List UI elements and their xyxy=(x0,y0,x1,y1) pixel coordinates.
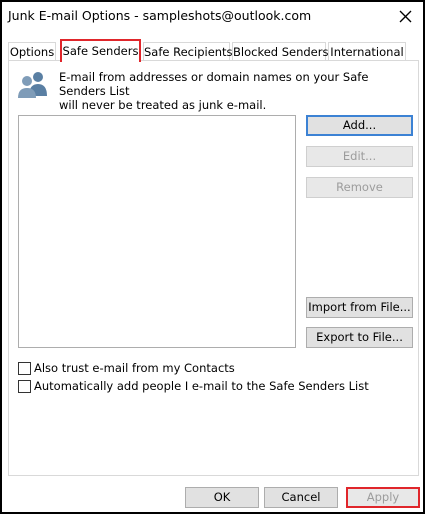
title-bar: Junk E-mail Options - sampleshots@outloo… xyxy=(2,2,423,32)
cancel-button[interactable]: Cancel xyxy=(264,487,338,508)
trust-contacts-label: Also trust e-mail from my Contacts xyxy=(34,361,235,375)
tab-blocked-senders[interactable]: Blocked Senders xyxy=(232,42,328,61)
safe-senders-list[interactable] xyxy=(18,115,296,348)
auto-add-checkbox[interactable] xyxy=(18,380,31,393)
safe-senders-panel: E-mail from addresses or domain names on… xyxy=(8,60,419,476)
window-title: Junk E-mail Options - sampleshots@outloo… xyxy=(8,8,312,23)
remove-button[interactable]: Remove xyxy=(306,177,413,198)
safe-senders-description: E-mail from addresses or domain names on… xyxy=(59,70,414,112)
tab-safe-senders[interactable]: Safe Senders xyxy=(60,39,141,62)
apply-button[interactable]: Apply xyxy=(346,487,420,508)
tab-strip: Options Safe Senders Safe Recipients Blo… xyxy=(8,39,420,62)
junk-email-options-dialog: Junk E-mail Options - sampleshots@outloo… xyxy=(0,0,425,514)
tab-options[interactable]: Options xyxy=(8,42,56,61)
auto-add-label: Automatically add people I e-mail to the… xyxy=(34,379,369,393)
close-button[interactable] xyxy=(393,4,419,30)
people-icon xyxy=(18,72,47,98)
add-button[interactable]: Add... xyxy=(306,115,413,136)
close-icon xyxy=(399,10,412,23)
export-to-file-button[interactable]: Export to File... xyxy=(306,327,413,348)
trust-contacts-checkbox[interactable] xyxy=(18,362,31,375)
tab-international[interactable]: International xyxy=(328,42,406,61)
ok-button[interactable]: OK xyxy=(185,487,259,508)
import-from-file-button[interactable]: Import from File... xyxy=(306,297,413,318)
description-line-1: E-mail from addresses or domain names on… xyxy=(59,70,369,98)
edit-button[interactable]: Edit... xyxy=(306,146,413,167)
tab-safe-recipients[interactable]: Safe Recipients xyxy=(143,42,233,61)
description-line-2: will never be treated as junk e-mail. xyxy=(59,98,267,112)
